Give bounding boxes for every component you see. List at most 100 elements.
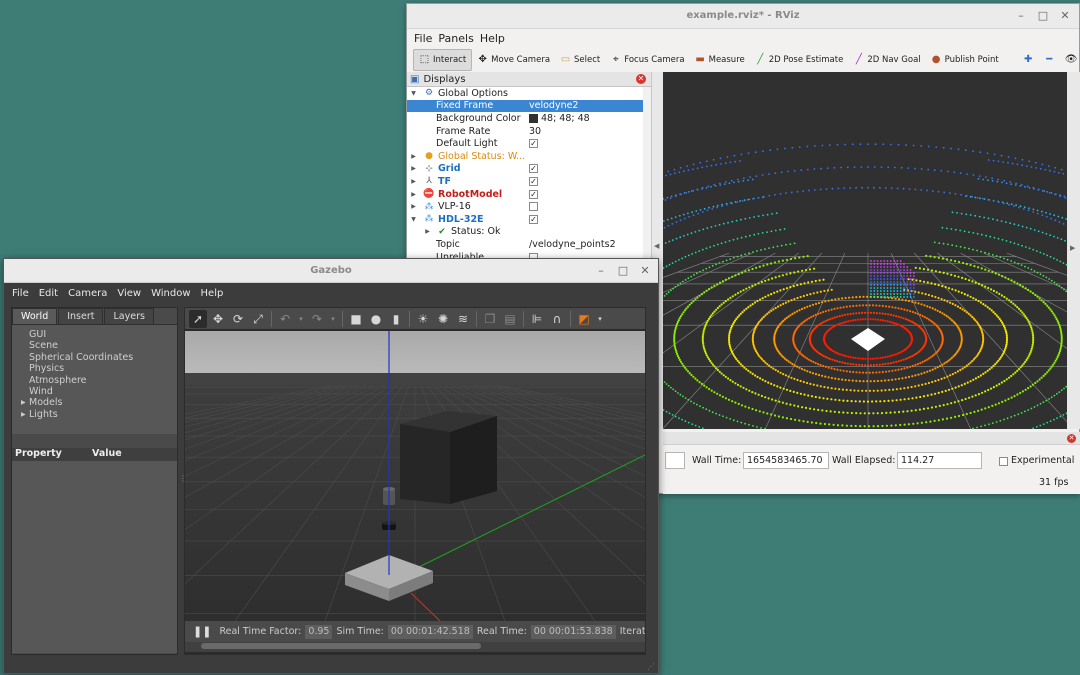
tab-world[interactable]: World — [12, 308, 58, 324]
expand-right-icon[interactable]: ▶ — [409, 153, 418, 160]
redo-dropdown-icon[interactable]: ▾ — [328, 310, 338, 328]
gazebo-titlebar[interactable]: Gazebo – □ ✕ — [4, 259, 658, 283]
tree-row-robot-model[interactable]: ▶ ⛔ RobotModel ✓ — [407, 188, 651, 201]
close-icon[interactable]: ✕ — [637, 264, 653, 277]
rotate-icon[interactable]: ⟳ — [229, 310, 247, 328]
displays-scrollbar[interactable] — [643, 87, 651, 262]
cylinder-shape-icon[interactable]: ▮ — [387, 310, 405, 328]
add-tool-button[interactable]: ✚ — [1018, 49, 1039, 71]
menu-panels[interactable]: Panels — [437, 32, 478, 45]
tree-row-hdl32e[interactable]: ▼ ⁂ HDL-32E ✓ — [407, 213, 651, 226]
expand-right-icon[interactable]: ▶ — [409, 165, 418, 172]
expand-right-icon[interactable]: ▶ — [409, 203, 418, 210]
tree-row-tf[interactable]: ▶ ⅄ TF ✓ — [407, 175, 651, 188]
copy-icon[interactable]: ❐ — [481, 310, 499, 328]
ros-elapsed-field[interactable] — [665, 452, 685, 469]
tree-row-status-ok[interactable]: ▶ ✔ Status: Ok — [407, 226, 651, 239]
world-item-spherical-coordinates[interactable]: Spherical Coordinates — [12, 352, 177, 363]
maximize-icon[interactable]: □ — [615, 264, 631, 277]
world-item-models[interactable]: ▶ Models — [12, 397, 177, 408]
view-tool-button[interactable]: 👁 — [1060, 49, 1080, 71]
menu-file[interactable]: File — [12, 288, 29, 299]
scene-hscroll-thumb[interactable] — [201, 643, 481, 649]
tab-insert[interactable]: Insert — [58, 308, 104, 324]
pose-estimate-tool-button[interactable]: ╱ 2D Pose Estimate — [750, 49, 849, 71]
rviz-3d-viewport[interactable] — [663, 72, 1067, 429]
world-item-wind[interactable]: Wind — [12, 386, 177, 397]
menu-help[interactable]: Help — [479, 32, 510, 45]
box-shape-icon[interactable]: ■ — [347, 310, 365, 328]
minimize-icon[interactable]: – — [1013, 9, 1029, 22]
gazebo-3d-scene[interactable] — [185, 331, 645, 621]
wall-elapsed-field[interactable]: 114.27 — [897, 452, 982, 469]
spot-light-icon[interactable]: ✺ — [434, 310, 452, 328]
tree-row-frame-rate[interactable]: Frame Rate 30 — [407, 125, 651, 138]
menu-window[interactable]: Window — [151, 288, 190, 299]
menu-view[interactable]: View — [117, 288, 141, 299]
rviz-titlebar[interactable]: example.rviz* - RViz – □ ✕ — [407, 4, 1079, 29]
wall-time-field[interactable]: 1654583465.70 — [743, 452, 829, 469]
tab-layers[interactable]: Layers — [104, 308, 154, 324]
menu-file[interactable]: File — [413, 32, 437, 45]
pause-icon[interactable]: ❚❚ — [193, 625, 211, 638]
scale-icon[interactable]: ⤢ — [249, 310, 267, 328]
paste-icon[interactable]: ▤ — [501, 310, 519, 328]
tree-row-default-light[interactable]: Default Light ✓ — [407, 137, 651, 150]
tree-row-fixed-frame[interactable]: Fixed Frame velodyne2 — [407, 99, 651, 113]
resize-grip-icon[interactable]: ⋰ — [647, 662, 655, 671]
world-item-physics[interactable]: Physics — [12, 363, 177, 374]
maximize-icon[interactable]: □ — [1035, 9, 1051, 22]
sphere-shape-icon[interactable]: ● — [367, 310, 385, 328]
expand-down-icon[interactable]: ▼ — [409, 90, 418, 97]
close-panel-icon[interactable]: ✕ — [636, 74, 646, 84]
expand-right-icon[interactable]: ▶ — [409, 178, 418, 185]
menu-help[interactable]: Help — [201, 288, 224, 299]
fixed-frame-value[interactable]: velodyne2 — [529, 100, 578, 111]
menu-edit[interactable]: Edit — [39, 288, 58, 299]
vlp16-checkbox[interactable] — [529, 202, 538, 212]
hdl32e-checkbox[interactable]: ✓ — [529, 214, 538, 224]
view-dropdown-icon[interactable]: ▾ — [595, 310, 605, 328]
close-time-panel-icon[interactable]: ✕ — [1067, 434, 1076, 443]
expand-right-icon[interactable]: ▶ — [409, 191, 418, 198]
experimental-checkbox[interactable] — [999, 457, 1008, 466]
undo-icon[interactable]: ↶ — [276, 310, 294, 328]
change-view-icon[interactable]: ◩ — [575, 310, 593, 328]
menu-camera[interactable]: Camera — [68, 288, 107, 299]
measure-tool-button[interactable]: ▬ Measure — [690, 49, 750, 71]
world-item-lights[interactable]: ▶ Lights — [12, 409, 177, 420]
undo-dropdown-icon[interactable]: ▾ — [296, 310, 306, 328]
select-arrow-icon[interactable]: ➚ — [189, 309, 207, 328]
focus-camera-tool-button[interactable]: ⌖ Focus Camera — [605, 49, 689, 71]
world-item-gui[interactable]: GUI — [12, 329, 177, 340]
point-light-icon[interactable]: ☀ — [414, 310, 432, 328]
snap-icon[interactable]: ∩ — [548, 310, 566, 328]
minimize-icon[interactable]: – — [593, 264, 609, 277]
remove-tool-button[interactable]: ━ — [1039, 49, 1060, 71]
tree-row-vlp16[interactable]: ▶ ⁂ VLP-16 — [407, 200, 651, 213]
color-swatch[interactable] — [529, 113, 538, 123]
grid-checkbox[interactable]: ✓ — [529, 164, 538, 174]
tree-row-background-color[interactable]: Background Color 48; 48; 48 — [407, 112, 651, 125]
translate-icon[interactable]: ✥ — [209, 310, 227, 328]
world-item-atmosphere[interactable]: Atmosphere — [12, 375, 177, 386]
nav-goal-tool-button[interactable]: ╱ 2D Nav Goal — [848, 49, 925, 71]
tree-row-global-options[interactable]: ▼ ⚙ Global Options — [407, 87, 651, 100]
move-camera-tool-button[interactable]: ✥ Move Camera — [472, 49, 555, 71]
world-item-scene[interactable]: Scene — [12, 340, 177, 351]
align-icon[interactable]: ⊫ — [528, 310, 546, 328]
topic-value[interactable]: /velodyne_points2 — [529, 239, 616, 250]
default-light-checkbox[interactable]: ✓ — [529, 139, 538, 149]
frame-rate-value[interactable]: 30 — [529, 126, 541, 137]
directional-light-icon[interactable]: ≋ — [454, 310, 472, 328]
tree-row-grid[interactable]: ▶ ⊹ Grid ✓ — [407, 163, 651, 176]
expand-down-icon[interactable]: ▼ — [409, 216, 418, 223]
select-tool-button[interactable]: ▭ Select — [555, 49, 605, 71]
robot-model-checkbox[interactable]: ✓ — [529, 189, 538, 199]
close-icon[interactable]: ✕ — [1057, 9, 1073, 22]
tree-row-topic[interactable]: Topic /velodyne_points2 — [407, 238, 651, 251]
publish-point-tool-button[interactable]: ● Publish Point — [926, 49, 1004, 71]
collapse-right-icon[interactable]: ▶ — [1070, 244, 1075, 252]
expand-right-icon[interactable]: ▶ — [21, 399, 26, 406]
tf-checkbox[interactable]: ✓ — [529, 176, 538, 186]
